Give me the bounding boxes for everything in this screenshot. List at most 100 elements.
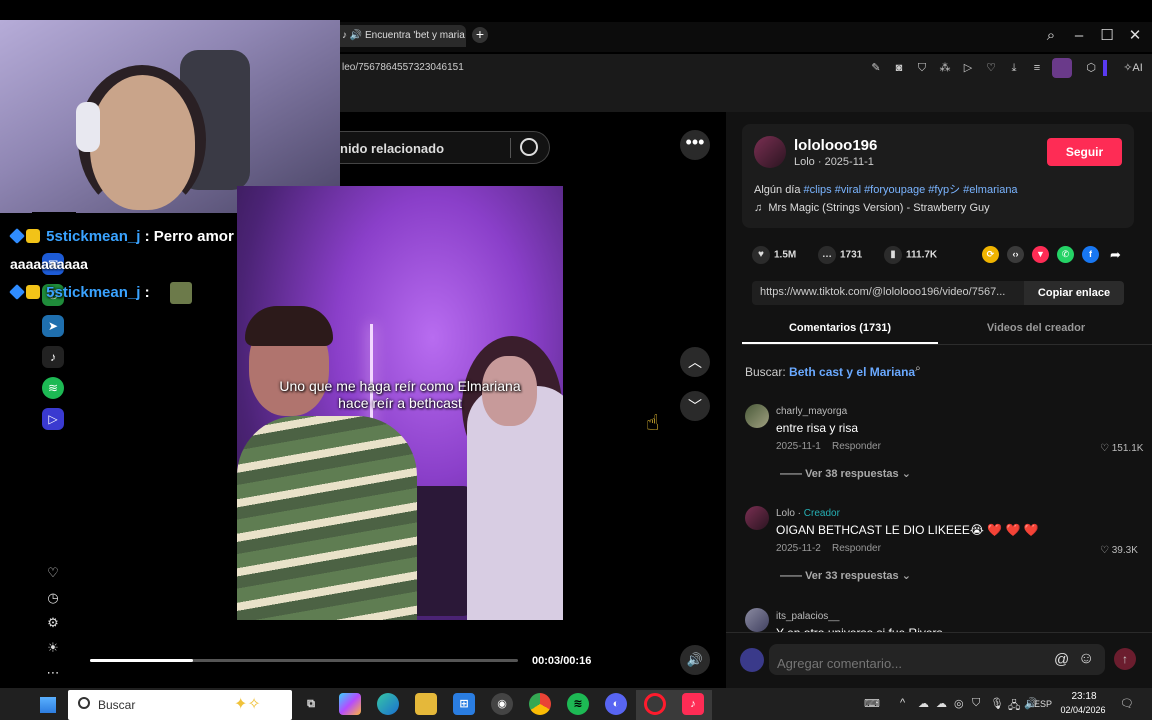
facebook-share-icon[interactable]: f bbox=[1082, 246, 1099, 263]
reply-button[interactable]: Responder bbox=[832, 441, 881, 452]
copy-link-button[interactable]: Copiar enlace bbox=[1024, 281, 1124, 305]
bookmark-icon: ▮ bbox=[884, 246, 902, 264]
more-options-button[interactable]: ••• bbox=[680, 130, 710, 160]
url-field[interactable]: leo/7567864557323046151 bbox=[342, 62, 464, 73]
task-view-icon[interactable]: ⧉ bbox=[300, 693, 322, 715]
embed-icon[interactable]: ‹› bbox=[1007, 246, 1024, 263]
whatsapp-share-icon[interactable]: ✆ bbox=[1057, 246, 1074, 263]
history-icon[interactable]: ◷ bbox=[44, 589, 62, 607]
comment-username[interactable]: its_palacios__ bbox=[776, 611, 839, 622]
sparkle-icon[interactable]: ✦✧ bbox=[234, 694, 261, 714]
translate-icon[interactable]: ⁂ bbox=[937, 60, 953, 76]
next-video-button[interactable]: ﹀ bbox=[680, 391, 710, 421]
start-button[interactable] bbox=[40, 697, 56, 713]
security-icon[interactable]: ⛉ bbox=[972, 697, 980, 710]
chrome-icon[interactable] bbox=[529, 693, 551, 715]
language-indicator[interactable]: ESP bbox=[1034, 699, 1052, 709]
hashtags[interactable]: #clips #viral #foryoupage #fypシ #elmaria… bbox=[804, 184, 1018, 196]
commenter-avatar[interactable] bbox=[745, 506, 769, 530]
video-link-field[interactable]: https://www.tiktok.com/@lolol​ooo196/vid… bbox=[752, 281, 1024, 305]
previous-video-button[interactable]: ︿ bbox=[680, 347, 710, 377]
search-input[interactable]: nido relacionado bbox=[340, 131, 550, 164]
clock-date[interactable]: 02/04/2026 bbox=[1058, 705, 1108, 715]
more-icon[interactable]: ⋯ bbox=[44, 664, 62, 682]
video-time: 00:03/00:16 bbox=[532, 655, 592, 667]
opera-gx-icon[interactable] bbox=[644, 693, 666, 715]
volume-button[interactable]: 🔊 bbox=[680, 645, 710, 675]
new-tab-button[interactable]: + bbox=[472, 27, 488, 43]
settings-icon[interactable]: ⚙ bbox=[44, 614, 62, 632]
view-replies-button[interactable]: —— Ver 38 respuestas ⌄ bbox=[780, 467, 911, 480]
favorites-icon[interactable]: ♡ bbox=[44, 564, 62, 582]
notifications-icon[interactable]: 🗨 bbox=[1120, 697, 1134, 710]
tab-comments[interactable]: Comentarios (1731) bbox=[742, 322, 938, 334]
view-replies-button[interactable]: —— Ver 33 respuestas ⌄ bbox=[780, 569, 911, 582]
heart-icon[interactable]: ♡ bbox=[983, 60, 999, 76]
clock-time[interactable]: 23:18 bbox=[1062, 691, 1106, 702]
comment-icon: … bbox=[818, 246, 836, 264]
store-icon[interactable]: ⊞ bbox=[453, 693, 475, 715]
browser-tab[interactable]: ♪ 🔊 Encuentra 'bet y maria bbox=[334, 25, 466, 47]
obs-icon[interactable]: ◉ bbox=[491, 693, 513, 715]
crown-badge-icon bbox=[26, 229, 40, 243]
cloud-icon[interactable]: ☁ bbox=[936, 697, 947, 710]
microphone-icon[interactable]: 🎙 bbox=[990, 697, 1004, 710]
tab-creator-videos[interactable]: Videos del creador bbox=[938, 322, 1134, 334]
tray-app-icon[interactable]: ◎ bbox=[954, 697, 964, 710]
comment-username[interactable]: Lolo · Creador bbox=[776, 508, 840, 519]
extension-icon[interactable]: ⬡ bbox=[1083, 60, 1099, 76]
tiktok-tab-icon: ♪ bbox=[342, 30, 347, 41]
chat-text-continued: aaaaaaaaaa bbox=[10, 256, 88, 272]
follow-button[interactable]: Seguir bbox=[1047, 138, 1122, 166]
author-handle[interactable]: lolol​ooo196 bbox=[794, 137, 877, 154]
send-comment-button[interactable]: ↑ bbox=[1114, 648, 1136, 670]
download-icon[interactable]: ⤓ bbox=[1006, 60, 1022, 76]
maximize-button[interactable]: ☐ bbox=[1096, 26, 1118, 46]
shield-icon[interactable]: ⛉ bbox=[914, 60, 930, 76]
comment-like[interactable]: ♡ 151.1K bbox=[1100, 443, 1143, 454]
camera-icon[interactable]: ◙ bbox=[891, 60, 907, 76]
telegram-icon[interactable]: ➤ bbox=[42, 315, 64, 337]
comment-stat[interactable]: … 1731 bbox=[818, 246, 862, 264]
player-icon[interactable]: ▷ bbox=[42, 408, 64, 430]
search-tabs-icon[interactable]: ⌕ bbox=[1040, 26, 1062, 46]
save-stat[interactable]: ▮ 111.7K bbox=[884, 246, 937, 264]
repost-icon[interactable]: ⟳ bbox=[982, 246, 999, 263]
send-to-friends-icon[interactable]: ▼ bbox=[1032, 246, 1049, 263]
show-hidden-icons[interactable]: ^ bbox=[900, 697, 905, 709]
profile-avatar[interactable] bbox=[1052, 58, 1072, 78]
edge-icon[interactable] bbox=[377, 693, 399, 715]
menu-icon[interactable]: ≡ bbox=[1029, 60, 1045, 76]
search-suggestion[interactable]: Buscar: Beth cast y el Mariana⌕ bbox=[745, 363, 921, 379]
reply-button[interactable]: Responder bbox=[832, 543, 881, 554]
keyboard-icon[interactable]: ⌨ bbox=[864, 697, 880, 710]
spotify-icon[interactable]: ≋ bbox=[42, 377, 64, 399]
edit-icon[interactable]: ✎ bbox=[868, 60, 884, 76]
file-explorer-icon[interactable] bbox=[415, 693, 437, 715]
close-button[interactable]: ✕ bbox=[1124, 26, 1146, 46]
audio-icon[interactable]: 🔊 bbox=[350, 30, 362, 41]
comment-like[interactable]: ♡ 39.3K bbox=[1100, 545, 1138, 556]
emoji-icon[interactable]: ☺ bbox=[1078, 650, 1094, 668]
author-avatar[interactable] bbox=[754, 136, 786, 168]
mention-icon[interactable]: @ bbox=[1054, 651, 1069, 668]
like-stat[interactable]: ♥ 1.5M bbox=[752, 246, 796, 264]
commenter-avatar[interactable] bbox=[745, 608, 769, 632]
share-icon[interactable]: ➦ bbox=[1107, 246, 1124, 263]
spotify-taskbar-icon[interactable]: ≋ bbox=[567, 693, 589, 715]
user-avatar[interactable] bbox=[740, 648, 764, 672]
minimize-button[interactable]: – bbox=[1068, 26, 1090, 46]
discord-icon[interactable]: ◐ bbox=[605, 693, 627, 715]
music-info[interactable]: ♫ Mrs Magic (Strings Version) - Strawber… bbox=[754, 202, 990, 214]
comment-username[interactable]: charly_mayorga bbox=[776, 406, 847, 417]
tiktok-icon[interactable]: ♪ bbox=[42, 346, 64, 368]
tiktok-taskbar-icon[interactable]: ♪ bbox=[682, 693, 704, 715]
network-icon[interactable]: 🖧 bbox=[1008, 697, 1020, 716]
ai-button[interactable]: ✧AI bbox=[1118, 60, 1148, 76]
commenter-avatar[interactable] bbox=[745, 404, 769, 428]
tips-icon[interactable]: ☀ bbox=[44, 639, 62, 657]
onedrive-icon[interactable]: ☁ bbox=[918, 697, 929, 710]
copilot-icon[interactable] bbox=[339, 693, 361, 715]
search-icon[interactable] bbox=[520, 138, 538, 156]
play-icon[interactable]: ▷ bbox=[960, 60, 976, 76]
